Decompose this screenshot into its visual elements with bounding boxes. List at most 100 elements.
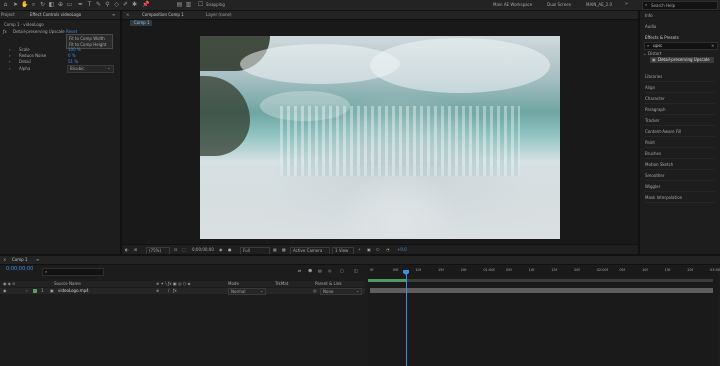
expand-arrow-icon[interactable]: › <box>9 67 11 71</box>
hand-tool-icon[interactable]: ✋ <box>21 1 28 8</box>
workspace-main-2[interactable]: MAIN_AE_2.0 <box>586 3 612 7</box>
tab-layer[interactable]: Layer (none) <box>206 13 232 17</box>
panel-paragraph[interactable]: Paragraph <box>645 106 715 115</box>
shy-icon[interactable]: ☻ <box>308 269 312 273</box>
panel-info[interactable]: Info <box>645 14 653 18</box>
panel-brushes[interactable]: Brushes <box>645 150 715 159</box>
type-tool-icon[interactable]: T <box>86 1 93 8</box>
panel-libraries[interactable]: Libraries <box>645 73 715 82</box>
more-workspaces-icon[interactable]: » <box>625 2 628 7</box>
preview-icon[interactable]: ◐ <box>125 248 129 252</box>
time-ruler[interactable]: 0f 05f 10f 15f 20f 01:00f 05f 10f 15f 20f 02:00f 05… <box>368 268 720 277</box>
align-left-icon[interactable]: ▤ <box>176 1 183 8</box>
camera-tool-icon[interactable]: ◧ <box>48 1 55 8</box>
workspace-main[interactable]: Main AE Workspace <box>493 3 532 7</box>
zoom-tool-icon[interactable]: ⌕ <box>30 1 37 8</box>
panel-character[interactable]: Character <box>645 95 715 104</box>
panel-tracker[interactable]: Tracker <box>645 117 715 126</box>
reset-exposure-icon[interactable]: ◔ <box>386 248 390 252</box>
tab-timeline-comp[interactable]: Comp 1 <box>12 258 28 262</box>
layer-name[interactable]: videoLogo.mp4 <box>58 289 89 293</box>
panel-smoother[interactable]: Smoother <box>645 172 715 181</box>
param-value[interactable]: 100 % <box>68 48 81 52</box>
panel-motion-sketch[interactable]: Motion Sketch <box>645 161 715 170</box>
align-center-icon[interactable]: ▥ <box>185 1 192 8</box>
comp-viewer-frame[interactable] <box>200 36 560 239</box>
tab-project[interactable]: Project <box>1 13 15 17</box>
close-tab-icon[interactable]: × <box>3 258 6 262</box>
effects-search-field[interactable]: ⌕ upsc × <box>644 42 718 50</box>
eye-icon[interactable]: ◉ <box>3 289 7 293</box>
fast-previews-icon[interactable]: ⚡ <box>358 248 361 252</box>
frame-blend-icon[interactable]: ▤ <box>318 269 322 273</box>
eraser-tool-icon[interactable]: ◇ <box>113 1 120 8</box>
close-tab-icon[interactable]: × <box>126 13 129 17</box>
pin-tool-icon[interactable]: 📌 <box>142 1 149 8</box>
panel-audio[interactable]: Audio <box>645 25 656 29</box>
home-icon[interactable]: ⌂ <box>2 1 9 8</box>
selection-tool-icon[interactable]: ➤ <box>12 1 19 8</box>
chart-icon[interactable]: ◫ <box>354 269 358 273</box>
effects-result-row[interactable]: ▣ Detail-preserving Upscale <box>650 57 714 63</box>
exposure-value[interactable]: +0.0 <box>397 248 407 252</box>
graph-editor-icon[interactable]: ▢ <box>340 269 344 273</box>
clone-stamp-tool-icon[interactable]: ⚲ <box>104 1 111 8</box>
motion-blur-icon[interactable]: ◎ <box>328 269 332 273</box>
search-help-field[interactable]: ⌕ Search Help <box>642 1 718 10</box>
grid-icon[interactable]: ⊞ <box>134 248 137 252</box>
column-source-name[interactable]: Source Name <box>54 282 81 286</box>
rotate-tool-icon[interactable]: ↻ <box>39 1 46 8</box>
menu-fit-width[interactable]: Fit to Comp Width <box>69 37 105 41</box>
mask-icon[interactable]: ⬚ <box>182 248 186 252</box>
timecode[interactable]: 0;00;00;00 <box>192 248 214 252</box>
pickwhip-icon[interactable]: ◎ <box>313 289 317 293</box>
param-value[interactable]: 0 % <box>68 54 76 58</box>
collapse-arrow-icon[interactable]: ⌄ <box>643 52 646 56</box>
tab-effect-controls[interactable]: Effect Controls videoLogo <box>30 13 81 17</box>
tab-composition[interactable]: Composition Comp 1 <box>142 13 184 17</box>
timeline-search-field[interactable]: ⌕ <box>42 268 104 276</box>
expand-arrow-icon[interactable]: › <box>26 289 28 293</box>
panel-align[interactable]: Align <box>645 84 715 93</box>
panel-paint[interactable]: Paint <box>645 139 715 148</box>
draft-3d-icon[interactable]: ⇄ <box>298 269 301 273</box>
clear-search-icon[interactable]: × <box>711 44 714 48</box>
layer-duration-bar[interactable] <box>370 288 713 293</box>
roto-brush-tool-icon[interactable]: ✐ <box>122 1 129 8</box>
fx-toggle-icon[interactable]: ƒx <box>3 30 7 34</box>
panel-content-aware-fill[interactable]: Content-Aware Fill <box>645 128 715 137</box>
fx-icon[interactable]: ƒx <box>173 289 177 293</box>
region-icon[interactable]: ▦ <box>273 248 277 252</box>
snapshot-icon[interactable]: ◉ <box>219 248 223 252</box>
layer-row[interactable]: ◉ › 1 ▣ videoLogo.mp4 ⊕ / ƒx Normal ⌄ ◎ … <box>0 288 365 295</box>
panel-wiggler[interactable]: Wiggler <box>645 183 715 192</box>
pan-behind-tool-icon[interactable]: ⊕ <box>57 1 64 8</box>
label-color-swatch[interactable] <box>33 289 37 293</box>
panel-mask-interpolation[interactable]: Mask Interpolation <box>645 194 715 203</box>
effects-presets-header[interactable]: Effects & Presets <box>645 36 679 40</box>
workspace-dual-screen[interactable]: Dual Screen <box>547 3 571 7</box>
expand-arrow-icon[interactable]: › <box>9 48 11 52</box>
column-trkmat[interactable]: TrkMat <box>275 282 288 286</box>
safe-margins-icon[interactable]: ⊡ <box>174 248 177 252</box>
channel-icon[interactable]: ● <box>228 248 232 252</box>
puppet-tool-icon[interactable]: ✱ <box>131 1 138 8</box>
param-value[interactable]: 51 % <box>68 60 78 64</box>
alpha-dropdown[interactable]: Bicubic ⌄ <box>67 65 114 73</box>
column-parent-link[interactable]: Parent & Link <box>315 282 342 286</box>
pen-tool-icon[interactable]: ✒ <box>77 1 84 8</box>
expand-arrow-icon[interactable]: › <box>9 54 11 58</box>
effects-category[interactable]: Distort <box>648 52 662 56</box>
flowchart-icon[interactable]: ⎔ <box>376 248 380 252</box>
transparency-grid-icon[interactable]: ▩ <box>282 248 286 252</box>
column-mode[interactable]: Mode <box>228 282 239 286</box>
panel-menu-icon[interactable]: ≡ <box>36 258 39 262</box>
panel-menu-icon[interactable]: ≡ <box>112 13 115 17</box>
comp-name-tab[interactable]: Comp 1 <box>130 20 152 26</box>
expand-arrow-icon[interactable]: › <box>9 60 11 64</box>
timeline-toggle-icon[interactable]: ▣ <box>367 248 371 252</box>
mode-dropdown[interactable]: Normal ⌄ <box>228 288 266 295</box>
brush-tool-icon[interactable]: ✎ <box>95 1 102 8</box>
rectangle-tool-icon[interactable]: ▭ <box>66 1 73 8</box>
parent-dropdown[interactable]: None ⌄ <box>320 288 362 295</box>
